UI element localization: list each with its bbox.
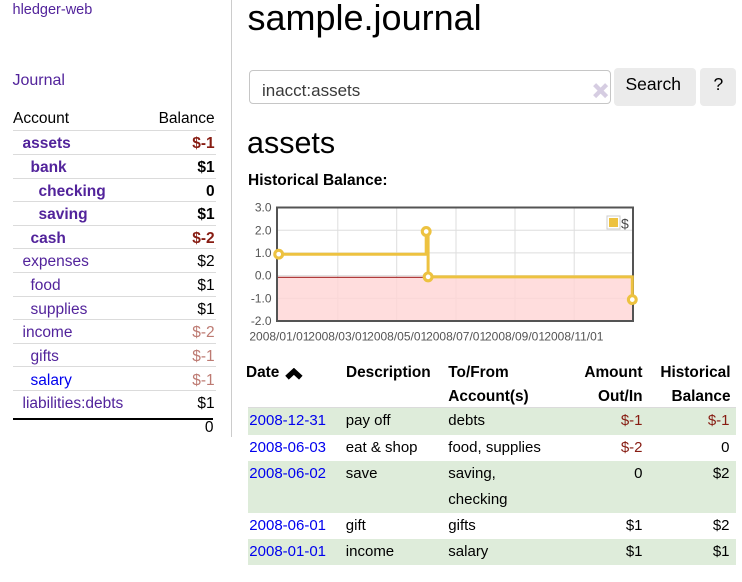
svg-text:0.0: 0.0 xyxy=(255,269,272,283)
svg-text:2008/07/01: 2008/07/01 xyxy=(426,329,486,343)
svg-text:-1.0: -1.0 xyxy=(251,291,272,305)
svg-text:2.0: 2.0 xyxy=(255,223,272,237)
svg-text:2008/01/01: 2008/01/01 xyxy=(249,329,309,343)
svg-text:-2.0: -2.0 xyxy=(251,314,272,328)
svg-text:2008/09/01: 2008/09/01 xyxy=(485,329,545,343)
svg-text:2008/05/01: 2008/05/01 xyxy=(367,329,427,343)
svg-text:1.0: 1.0 xyxy=(255,246,272,260)
svg-text:3.0: 3.0 xyxy=(255,201,272,215)
svg-text:2008/03/01: 2008/03/01 xyxy=(308,329,368,343)
svg-text:2008/11/01: 2008/11/01 xyxy=(544,329,603,343)
svg-text:$: $ xyxy=(621,216,629,232)
